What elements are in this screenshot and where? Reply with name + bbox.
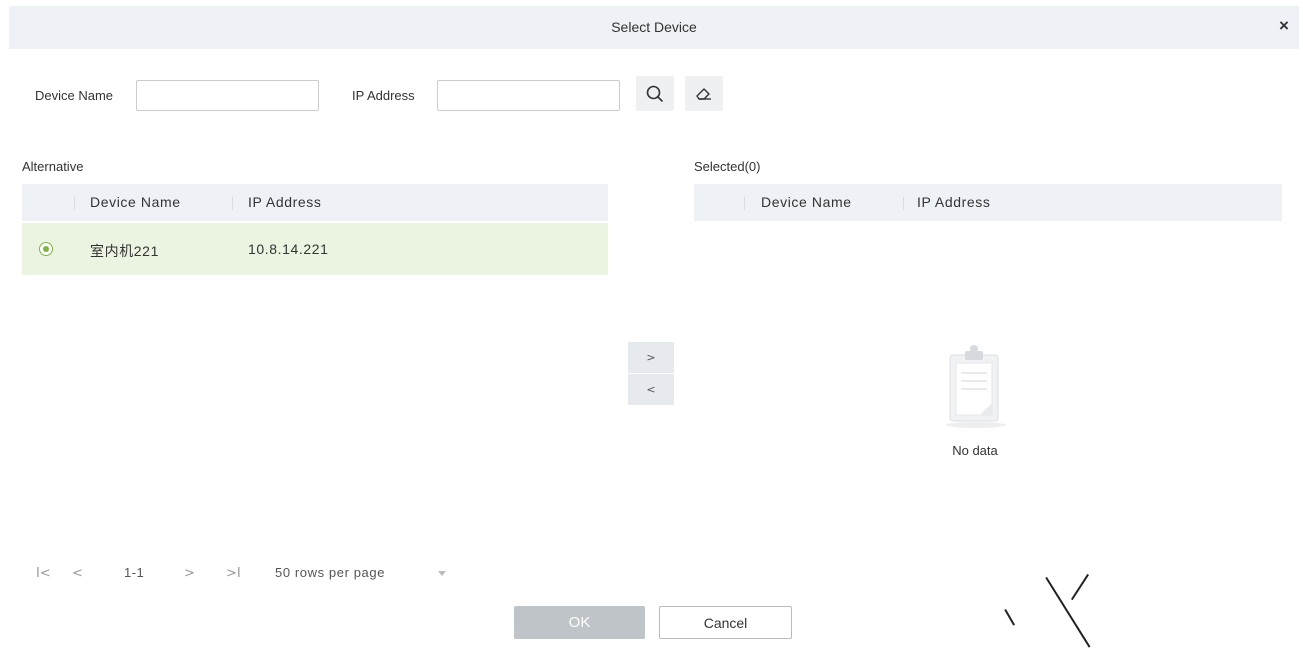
cancel-button[interactable]: Cancel bbox=[659, 606, 792, 639]
table-row[interactable]: 室内机221 10.8.14.221 bbox=[22, 223, 608, 275]
ip-address-label: IP Address bbox=[352, 88, 415, 103]
page-range: 1-1 bbox=[124, 565, 145, 580]
select-device-dialog: Select Device × Device Name IP Address A… bbox=[0, 0, 1303, 648]
next-page-button[interactable]: > bbox=[184, 566, 195, 581]
cell-ip-address: 10.8.14.221 bbox=[248, 241, 329, 257]
cell-device-name: 室内机221 bbox=[90, 243, 159, 259]
column-device-name[interactable]: Device Name bbox=[90, 194, 181, 210]
selected-grid-header: Device Name IP Address bbox=[694, 184, 1282, 221]
search-button[interactable] bbox=[636, 76, 674, 111]
eraser-icon bbox=[696, 88, 711, 100]
dialog-title: Select Device bbox=[611, 19, 697, 35]
close-icon[interactable]: × bbox=[1275, 17, 1293, 35]
clipboard-icon bbox=[946, 345, 1006, 428]
clear-button[interactable] bbox=[685, 76, 723, 111]
device-name-input[interactable] bbox=[136, 80, 319, 111]
ok-button[interactable]: OK bbox=[514, 606, 645, 639]
move-right-button[interactable]: > bbox=[628, 342, 674, 373]
column-ip-address[interactable]: IP Address bbox=[248, 194, 321, 210]
rows-per-page-select[interactable]: 50 rows per page bbox=[275, 565, 385, 580]
last-page-button[interactable]: >I bbox=[226, 566, 241, 581]
device-name-label: Device Name bbox=[35, 88, 114, 103]
prev-page-button[interactable]: < bbox=[72, 566, 83, 581]
search-icon bbox=[646, 85, 663, 102]
alternative-grid-header: Device Name IP Address bbox=[22, 184, 608, 221]
dialog-title-bar: Select Device × bbox=[9, 6, 1299, 49]
move-left-button[interactable]: < bbox=[628, 374, 674, 405]
watermark-stroke bbox=[1004, 609, 1015, 626]
column-divider bbox=[232, 197, 233, 210]
column-divider bbox=[903, 197, 904, 210]
watermark-stroke bbox=[1070, 573, 1089, 601]
selected-caption: Selected(0) bbox=[694, 159, 761, 174]
chevron-down-icon[interactable] bbox=[438, 571, 446, 576]
column-ip-address[interactable]: IP Address bbox=[917, 194, 990, 210]
watermark-stroke bbox=[1045, 577, 1091, 648]
column-divider bbox=[74, 197, 75, 210]
ip-address-input[interactable] bbox=[437, 80, 620, 111]
alternative-caption: Alternative bbox=[22, 159, 84, 174]
column-device-name[interactable]: Device Name bbox=[761, 194, 852, 210]
empty-state-text: No data bbox=[952, 443, 998, 458]
row-radio-selected[interactable] bbox=[39, 242, 53, 256]
column-divider bbox=[744, 197, 745, 210]
first-page-button[interactable]: I< bbox=[36, 566, 51, 581]
